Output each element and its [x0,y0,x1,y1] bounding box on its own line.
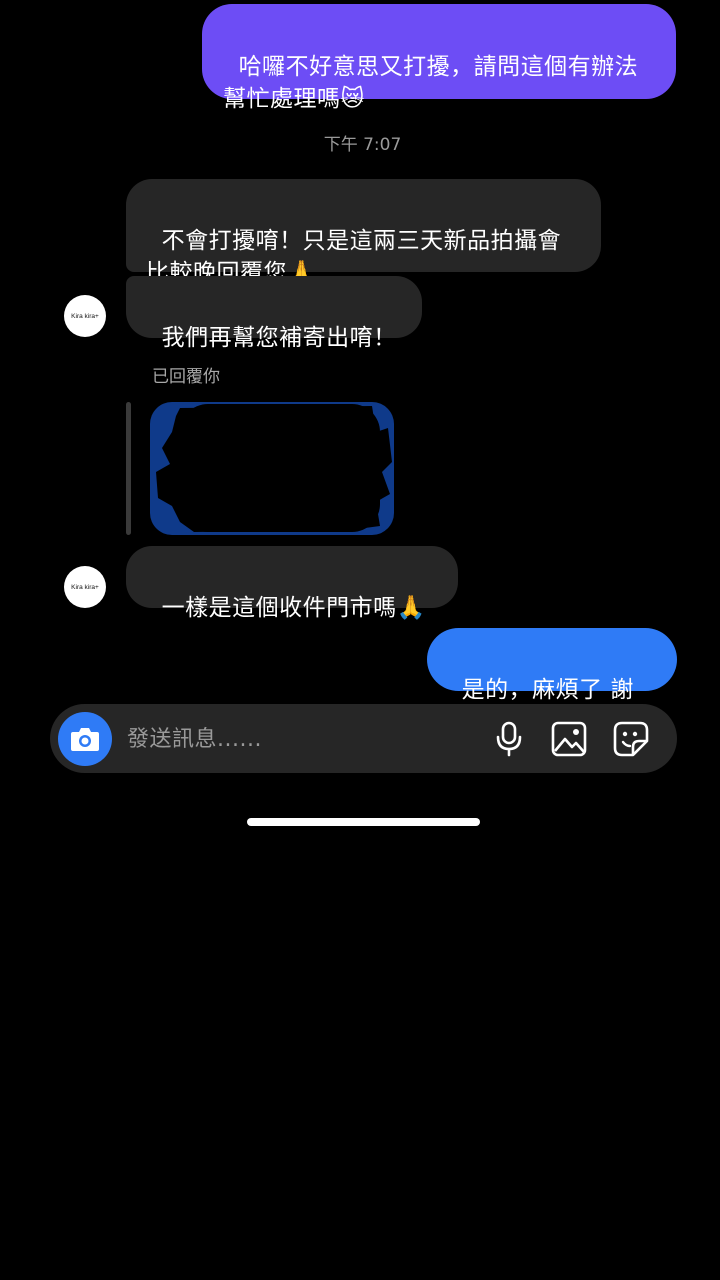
incoming-message-bubble[interactable]: 不會打擾唷！只是這兩三天新品拍攝會 比較晚回覆您🙏 [126,179,601,286]
contact-avatar[interactable]: Kira kira+ [64,566,106,608]
sticker-icon [613,721,649,757]
message-input[interactable] [127,722,447,756]
camera-icon [71,728,99,751]
incoming-message-text: 一樣是這個收件門市嗎🙏 [161,595,426,621]
avatar-logo-text: Kira kira+ [71,312,99,320]
camera-button[interactable] [58,712,112,766]
outgoing-message-bubble[interactable]: 哈囉不好意思又打擾，請問這個有辦法 幫忙處理嗎😿 [202,4,676,112]
replied-label: 已回覆你 [152,367,220,387]
message-composer [50,704,677,773]
outgoing-message-text: 哈囉不好意思又打擾，請問這個有辦法 幫忙處理嗎😿 [223,54,639,112]
incoming-message-text: 我們再幫您補寄出唷！ [161,325,397,351]
incoming-message-bubble[interactable]: 我們再幫您補寄出唷！ [126,276,422,351]
microphone-icon [496,721,522,757]
microphone-button[interactable] [491,721,527,757]
contact-avatar[interactable]: Kira kira+ [64,295,106,337]
home-indicator[interactable] [247,818,480,826]
reply-quote-bar [126,402,131,535]
avatar-logo-text: Kira kira+ [71,583,99,591]
replied-image-preview[interactable] [150,402,394,535]
gallery-button[interactable] [551,721,587,757]
incoming-message-bubble[interactable]: 一樣是這個收件門市嗎🙏 [126,546,458,621]
image-icon [551,721,587,757]
sticker-button[interactable] [613,721,649,757]
outgoing-message-bubble[interactable]: 是的，麻煩了 謝謝 [427,628,677,735]
message-timestamp: 下午 7:07 [323,135,402,155]
